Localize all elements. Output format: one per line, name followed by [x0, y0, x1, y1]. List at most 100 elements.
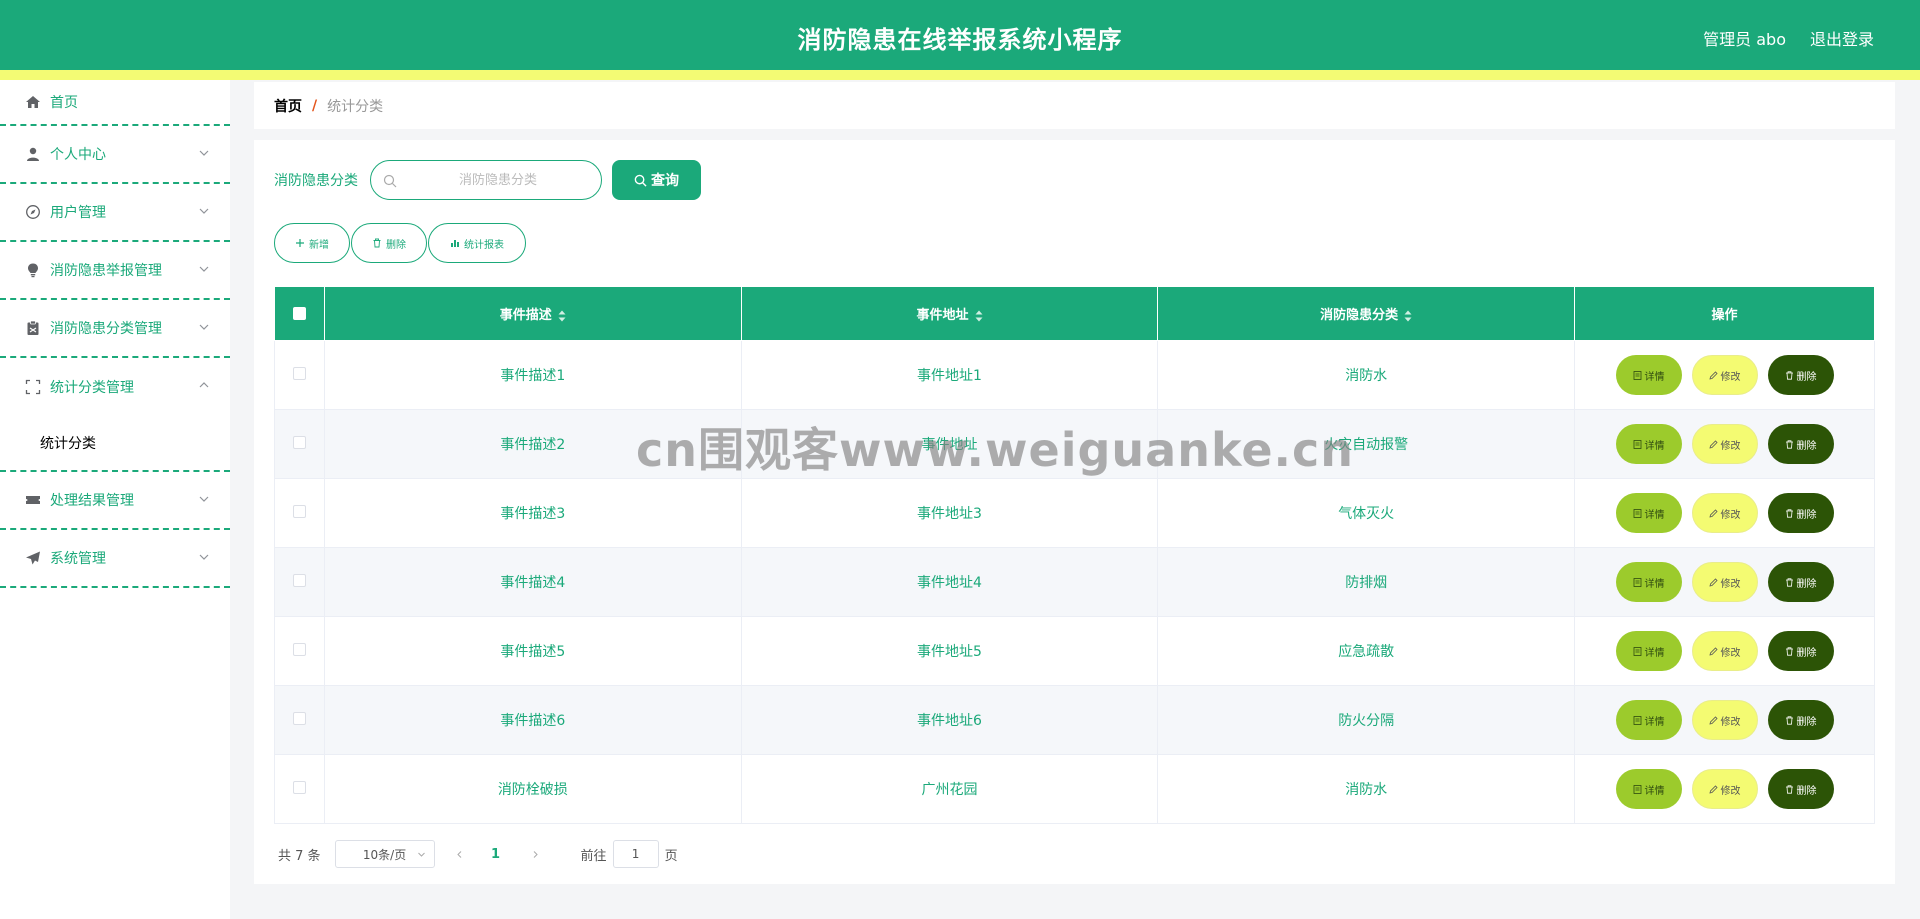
edit-button[interactable]: 修改: [1691, 493, 1758, 533]
breadcrumb-home[interactable]: 首页: [274, 96, 302, 116]
select-all-checkbox[interactable]: [292, 307, 306, 320]
sidebar-item-label: 消防隐患举报管理: [50, 263, 162, 279]
user-label[interactable]: 管理员 abo: [1703, 26, 1786, 50]
edit-button[interactable]: 修改: [1691, 769, 1758, 809]
statistics-report-button[interactable]: 统计报表: [428, 223, 526, 263]
row-delete-button-label: 删除: [1796, 578, 1817, 590]
column-header-desc[interactable]: 事件描述: [323, 286, 742, 341]
edit-button[interactable]: 修改: [1691, 355, 1758, 395]
document-icon: [1633, 646, 1641, 656]
row-delete-button[interactable]: 删除: [1767, 355, 1834, 395]
goto-suffix: 页: [664, 848, 678, 864]
top-bar: 消防隐患在线举报系统小程序 管理员 abo 退出登录: [0, 0, 1920, 70]
sidebar-item-personal-center[interactable]: 个人中心: [0, 126, 230, 184]
row-checkbox[interactable]: [292, 366, 306, 380]
add-button[interactable]: 新增: [274, 223, 350, 263]
page-number[interactable]: 1: [481, 840, 511, 868]
row-delete-button-label: 删除: [1796, 647, 1817, 659]
chevron-up-icon: [198, 376, 210, 388]
trash-icon: [1785, 784, 1793, 794]
page-size-select[interactable]: 10条/页: [334, 840, 435, 868]
cell-desc: 事件描述4: [323, 547, 742, 617]
cell-ops: 详情 修改 删除: [1574, 409, 1875, 479]
row-delete-button[interactable]: 删除: [1767, 562, 1834, 602]
cell-addr: 广州花园: [740, 754, 1159, 824]
sidebar-item-hazard-category-management[interactable]: 消防隐患分类管理: [0, 300, 230, 358]
row-select-cell: [274, 616, 325, 686]
user-icon: [24, 145, 42, 163]
statistics-report-label: 统计报表: [464, 239, 504, 251]
sort-icon[interactable]: [975, 310, 983, 322]
document-icon: [1633, 715, 1641, 725]
cell-addr: 事件地址4: [740, 547, 1159, 617]
sidebar-item-statistics-category-management[interactable]: 统计分类管理: [0, 358, 230, 416]
cell-category: 火灾自动报警: [1157, 409, 1576, 479]
search-bar: 消防隐患分类 查询: [274, 160, 701, 200]
pencil-icon: [1708, 715, 1718, 725]
detail-button[interactable]: 详情: [1615, 493, 1682, 533]
cell-category: 气体灭火: [1157, 478, 1576, 548]
sidebar-item-user-management[interactable]: 用户管理: [0, 184, 230, 242]
row-checkbox[interactable]: [292, 435, 306, 449]
search-icon: [634, 174, 647, 187]
row-checkbox[interactable]: [292, 711, 306, 725]
edit-button[interactable]: 修改: [1691, 631, 1758, 671]
detail-button-label: 详情: [1644, 785, 1665, 797]
detail-button[interactable]: 详情: [1615, 562, 1682, 602]
column-header-addr[interactable]: 事件地址: [740, 286, 1159, 341]
row-delete-button-label: 删除: [1796, 509, 1817, 521]
edit-button[interactable]: 修改: [1691, 562, 1758, 602]
edit-button-label: 修改: [1720, 785, 1741, 797]
sidebar-item-result-management[interactable]: 处理结果管理: [0, 472, 230, 530]
search-button-label: 查询: [651, 173, 679, 189]
row-select-cell: [274, 478, 325, 548]
document-icon: [1633, 577, 1641, 587]
logout-link[interactable]: 退出登录: [1810, 26, 1874, 50]
row-checkbox[interactable]: [292, 504, 306, 518]
pencil-icon: [1708, 784, 1718, 794]
row-delete-button[interactable]: 删除: [1767, 493, 1834, 533]
sidebar-item-label: 首页: [50, 95, 78, 111]
row-delete-button[interactable]: 删除: [1767, 769, 1834, 809]
row-delete-button[interactable]: 删除: [1767, 631, 1834, 671]
row-checkbox[interactable]: [292, 780, 306, 794]
detail-button[interactable]: 详情: [1615, 769, 1682, 809]
next-page-button[interactable]: [521, 840, 551, 868]
row-checkbox[interactable]: [292, 642, 306, 656]
edit-button[interactable]: 修改: [1691, 700, 1758, 740]
search-input[interactable]: [371, 161, 601, 199]
sidebar-item-hazard-report-management[interactable]: 消防隐患举报管理: [0, 242, 230, 300]
sidebar-item-home[interactable]: 首页: [0, 80, 230, 126]
search-button[interactable]: 查询: [612, 160, 701, 200]
document-icon: [1633, 784, 1641, 794]
prev-page-button[interactable]: [445, 840, 475, 868]
document-icon: [1633, 439, 1641, 449]
sort-icon[interactable]: [558, 310, 566, 322]
header-select-all[interactable]: [274, 286, 325, 341]
row-checkbox[interactable]: [292, 573, 306, 587]
sidebar-subitem-statistics-category[interactable]: 统计分类: [0, 416, 230, 472]
delete-button[interactable]: 删除: [351, 223, 427, 263]
edit-button[interactable]: 修改: [1691, 424, 1758, 464]
sidebar-item-system-management[interactable]: 系统管理: [0, 530, 230, 588]
cell-ops: 详情 修改 删除: [1574, 340, 1875, 410]
row-delete-button[interactable]: 删除: [1767, 424, 1834, 464]
sidebar-item-label: 处理结果管理: [50, 493, 134, 509]
detail-button[interactable]: 详情: [1615, 355, 1682, 395]
table-row: 事件描述4 事件地址4 防排烟 详情 修改 删除: [274, 547, 1875, 617]
data-table: 事件描述 事件地址 消防隐患分类 操作 事件描述1 事件地址1 消防水 详情 修改 删除事…: [274, 286, 1875, 824]
goto-page-input[interactable]: [612, 840, 659, 868]
edit-button-label: 修改: [1720, 647, 1741, 659]
column-header-category[interactable]: 消防隐患分类: [1157, 286, 1576, 341]
table-row: 事件描述6 事件地址6 防火分隔 详情 修改 删除: [274, 685, 1875, 755]
sort-icon[interactable]: [1404, 310, 1412, 322]
detail-button[interactable]: 详情: [1615, 631, 1682, 671]
detail-button[interactable]: 详情: [1615, 424, 1682, 464]
detail-button[interactable]: 详情: [1615, 700, 1682, 740]
table-row: 事件描述1 事件地址1 消防水 详情 修改 删除: [274, 340, 1875, 410]
column-header-label: 事件地址: [916, 308, 969, 323]
row-delete-button[interactable]: 删除: [1767, 700, 1834, 740]
row-actions: 详情 修改 删除: [1575, 562, 1874, 602]
chevron-down-icon: [198, 144, 210, 156]
row-actions: 详情 修改 删除: [1575, 769, 1874, 809]
